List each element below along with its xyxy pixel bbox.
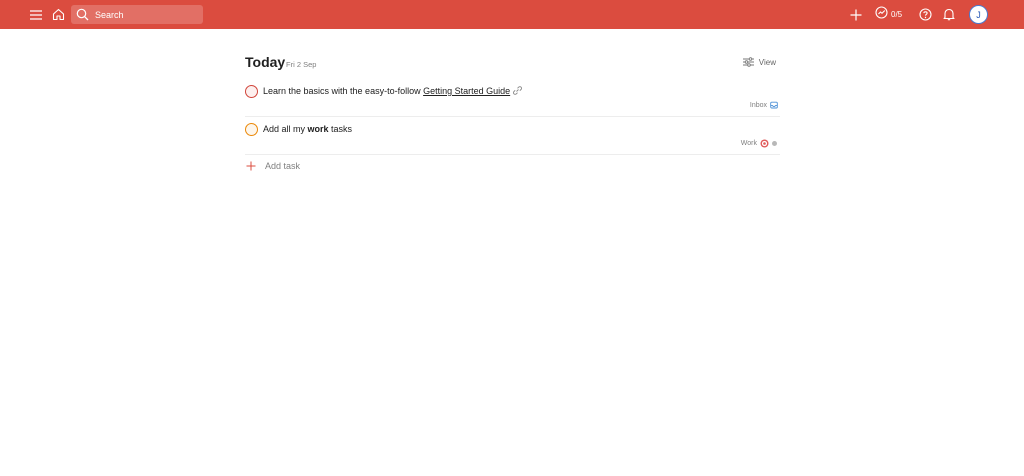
task-item[interactable]: Learn the basics with the easy-to-follow… xyxy=(245,84,780,117)
add-task-button[interactable]: Add task xyxy=(246,159,300,173)
task-checkbox[interactable] xyxy=(245,123,258,136)
page-title: Today xyxy=(245,54,286,70)
task-project[interactable]: Work xyxy=(741,138,778,148)
getting-started-link[interactable]: Getting Started Guide xyxy=(423,86,510,96)
plus-icon xyxy=(246,161,256,171)
sliders-icon xyxy=(742,57,754,67)
page-date: Fri 2 Sep xyxy=(286,60,317,69)
project-color-dot xyxy=(772,140,777,146)
add-task-label: Add task xyxy=(265,161,301,171)
inbox-icon xyxy=(770,101,778,109)
task-item[interactable]: Add all my work tasks Work xyxy=(245,122,780,155)
productivity-count: 0/5 xyxy=(891,10,903,19)
task-project[interactable]: Inbox xyxy=(750,100,778,110)
search-placeholder: Search xyxy=(95,9,124,20)
view-label: View xyxy=(758,57,776,67)
bell-icon[interactable] xyxy=(941,0,957,29)
task-text: Learn the basics with the easy-to-follow xyxy=(263,86,424,96)
search-icon xyxy=(76,8,90,22)
home-icon[interactable] xyxy=(49,0,67,29)
menu-icon[interactable] xyxy=(28,0,44,29)
task-checkbox[interactable] xyxy=(245,85,258,98)
task-content: Add all my work tasks xyxy=(263,124,352,134)
help-icon[interactable] xyxy=(917,0,933,29)
task-text: tasks xyxy=(328,124,353,134)
task-content: Learn the basics with the easy-to-follow… xyxy=(263,86,523,97)
productivity-button[interactable]: 0/5 xyxy=(875,0,902,29)
page-header: Today Fri 2 Sep View xyxy=(245,53,780,73)
top-bar: Search 0/5 J xyxy=(0,0,1024,29)
avatar[interactable]: J xyxy=(969,5,988,24)
view-button[interactable]: View xyxy=(742,55,776,69)
add-icon[interactable] xyxy=(848,0,864,29)
task-text: Add all my xyxy=(263,124,308,134)
project-name: Inbox xyxy=(749,101,767,109)
project-name: Work xyxy=(740,139,757,147)
target-icon xyxy=(760,139,769,147)
search-input[interactable]: Search xyxy=(71,5,203,24)
link-icon xyxy=(513,86,523,97)
productivity-icon xyxy=(875,5,888,24)
task-text-bold: work xyxy=(307,124,329,134)
